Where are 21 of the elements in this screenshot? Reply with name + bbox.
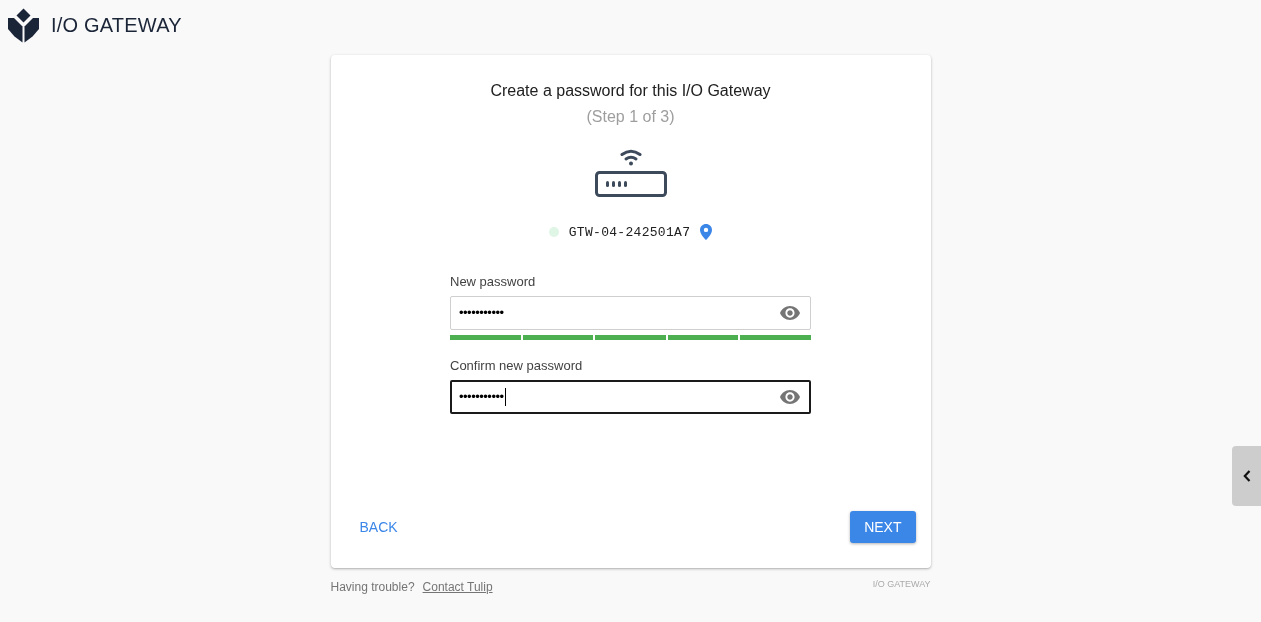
location-pin-icon [700,224,713,240]
show-password-icon[interactable] [780,390,800,404]
password-field[interactable]: ••••••••••• [450,296,811,330]
logo-icon [8,8,39,43]
help-text: Having trouble? [330,580,415,594]
device-id: GTW-04-242501A7 [568,224,691,240]
router-icon [594,148,667,198]
footer-brand: I/O GATEWAY [872,579,931,589]
show-password-icon[interactable] [780,306,800,320]
field-label: New password [450,274,536,290]
contact-link[interactable]: Contact Tulip [422,580,493,594]
card-title: Create a password for this I/O Gateway [490,81,771,101]
side-panel-toggle[interactable] [1232,446,1261,506]
chevron-left-icon [1242,470,1251,482]
app-title: I/O GATEWAY [51,14,182,37]
back-button[interactable]: BACK [345,511,412,543]
password-field[interactable]: ••••••••••• [450,380,811,414]
step-indicator: (Step 1 of 3) [586,107,675,127]
status-dot-icon [548,227,559,237]
field-label: Confirm new password [450,358,583,374]
next-button[interactable]: NEXT [850,511,916,543]
